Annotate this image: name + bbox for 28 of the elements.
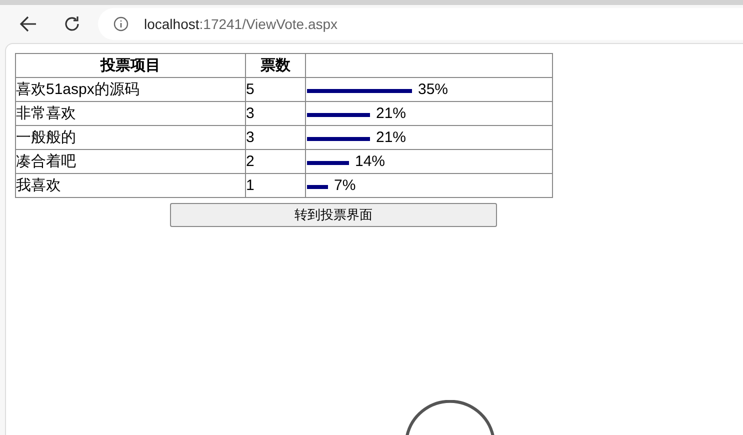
table-cell: 非常喜欢	[16, 102, 246, 126]
table-cell: 5	[246, 78, 306, 102]
table-cell: 3	[246, 126, 306, 150]
table-cell: 喜欢51aspx的源码	[16, 78, 246, 102]
vote-bar	[307, 113, 370, 117]
table-cell: 3	[246, 102, 306, 126]
spinner-icon	[404, 400, 496, 435]
reload-icon[interactable]	[63, 15, 81, 33]
table-cell: 一般般的	[16, 126, 246, 150]
goto-vote-button[interactable]: 转到投票界面	[170, 203, 497, 227]
table-cell: 凑合着吧	[16, 150, 246, 174]
table-cell: 1	[246, 174, 306, 198]
address-bar[interactable]: localhost:17241/ViewVote.aspx	[98, 8, 743, 40]
table-cell: 2	[246, 150, 306, 174]
percent-text: 7%	[334, 176, 356, 196]
percent-text: 35%	[418, 80, 448, 100]
back-icon[interactable]	[19, 15, 37, 33]
url-text: localhost:17241/ViewVote.aspx	[144, 14, 338, 34]
vote-bar	[307, 185, 328, 189]
vote-bar	[307, 137, 370, 141]
percent-text: 21%	[376, 128, 406, 148]
table-cell: 我喜欢	[16, 174, 246, 198]
percent-text: 14%	[355, 152, 386, 172]
info-icon[interactable]	[113, 16, 129, 32]
column-header: 投票项目	[16, 54, 246, 78]
vote-bar	[307, 161, 349, 165]
percent-text: 21%	[376, 104, 406, 124]
column-header: 票数	[246, 54, 306, 78]
